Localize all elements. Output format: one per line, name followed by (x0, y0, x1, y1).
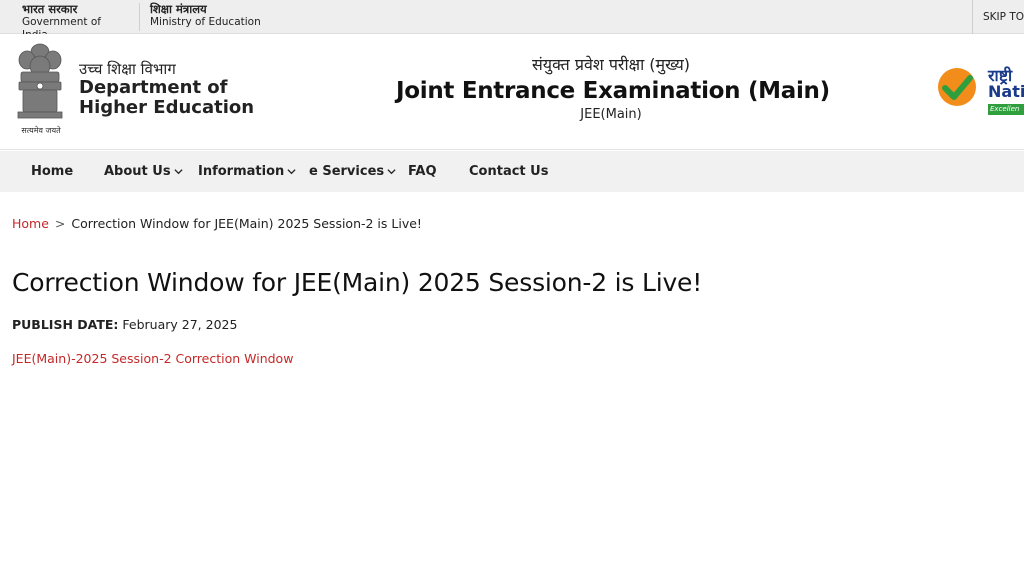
breadcrumb-separator: > (54, 216, 66, 231)
exam-hi-title: संयुक्त प्रवेश परीक्षा (मुख्य) (531, 55, 690, 74)
exam-title-block: संयुक्त प्रवेश परीक्षा (मुख्य) Joint Ent… (396, 54, 830, 124)
ministry-hi-label: शिक्षा मंत्रालय (150, 2, 207, 16)
breadcrumb-current: Correction Window for JEE(Main) 2025 Ses… (71, 216, 422, 231)
govt-of-india-link[interactable]: भारत सरकार Government of India (22, 2, 140, 41)
exam-short-title: JEE(Main) (580, 107, 642, 122)
dept-hi-label: उच्च शिक्षा विभाग (79, 60, 176, 78)
chevron-down-icon (174, 169, 183, 175)
dept-en-label: Department of Higher Education (79, 77, 255, 118)
site-header: सत्यमेव जयते उच्च शिक्षा विभाग Departmen… (0, 34, 1024, 150)
national-emblem-icon (17, 43, 63, 119)
page-title: Correction Window for JEE(Main) 2025 Ses… (12, 268, 703, 297)
correction-window-link[interactable]: JEE(Main)-2025 Session-2 Correction Wind… (12, 351, 293, 366)
nav-item-information[interactable]: Information (198, 151, 296, 192)
nav-item-label: Home (31, 164, 74, 179)
ministry-en-label: Ministry of Education (150, 16, 261, 28)
govt-hi-label: भारत सरकार (22, 2, 78, 16)
nta-en-label: Nati (988, 82, 1024, 101)
emblem-motto: सत्यमेव जयते (21, 126, 61, 135)
nta-tagline: Excellen (988, 104, 1024, 115)
chevron-down-icon (287, 169, 296, 175)
nav-item-label: Information (198, 164, 285, 179)
ministry-link[interactable]: शिक्षा मंत्रालय Ministry of Education (150, 3, 271, 31)
department-title[interactable]: उच्च शिक्षा विभाग Department of Higher E… (79, 60, 294, 118)
nav-item-faq[interactable]: FAQ (408, 151, 437, 192)
nav-item-label: Contact Us (469, 164, 549, 179)
nta-logo[interactable]: राष्ट्री Nati Excellen (936, 64, 1024, 118)
gov-strip: भारत सरकार Government of India शिक्षा मं… (0, 0, 1024, 41)
nav-item-e-services[interactable]: e Services (309, 151, 396, 192)
main-nav: Home About Us Information e Services FAQ… (0, 151, 1024, 192)
nav-item-label: About Us (104, 164, 171, 179)
breadcrumb-home-link[interactable]: Home (12, 216, 49, 231)
skip-to-content-link[interactable]: SKIP TO (972, 0, 1024, 34)
publish-date-label: PUBLISH DATE: (12, 317, 119, 332)
chevron-down-icon (387, 169, 396, 175)
nta-tick-icon (938, 68, 976, 106)
nav-item-contact-us[interactable]: Contact Us (469, 151, 548, 192)
nav-item-about-us[interactable]: About Us (104, 151, 183, 192)
nav-item-home[interactable]: Home (31, 151, 73, 192)
publish-date-value: February 27, 2025 (122, 317, 238, 332)
exam-en-title: Joint Entrance Examination (Main) (396, 78, 830, 104)
breadcrumb: Home > Correction Window for JEE(Main) 202… (12, 216, 422, 231)
nav-item-label: e Services (309, 164, 385, 179)
nav-item-label: FAQ (408, 164, 437, 179)
publish-date: PUBLISH DATE: February 27, 2025 (12, 317, 237, 332)
